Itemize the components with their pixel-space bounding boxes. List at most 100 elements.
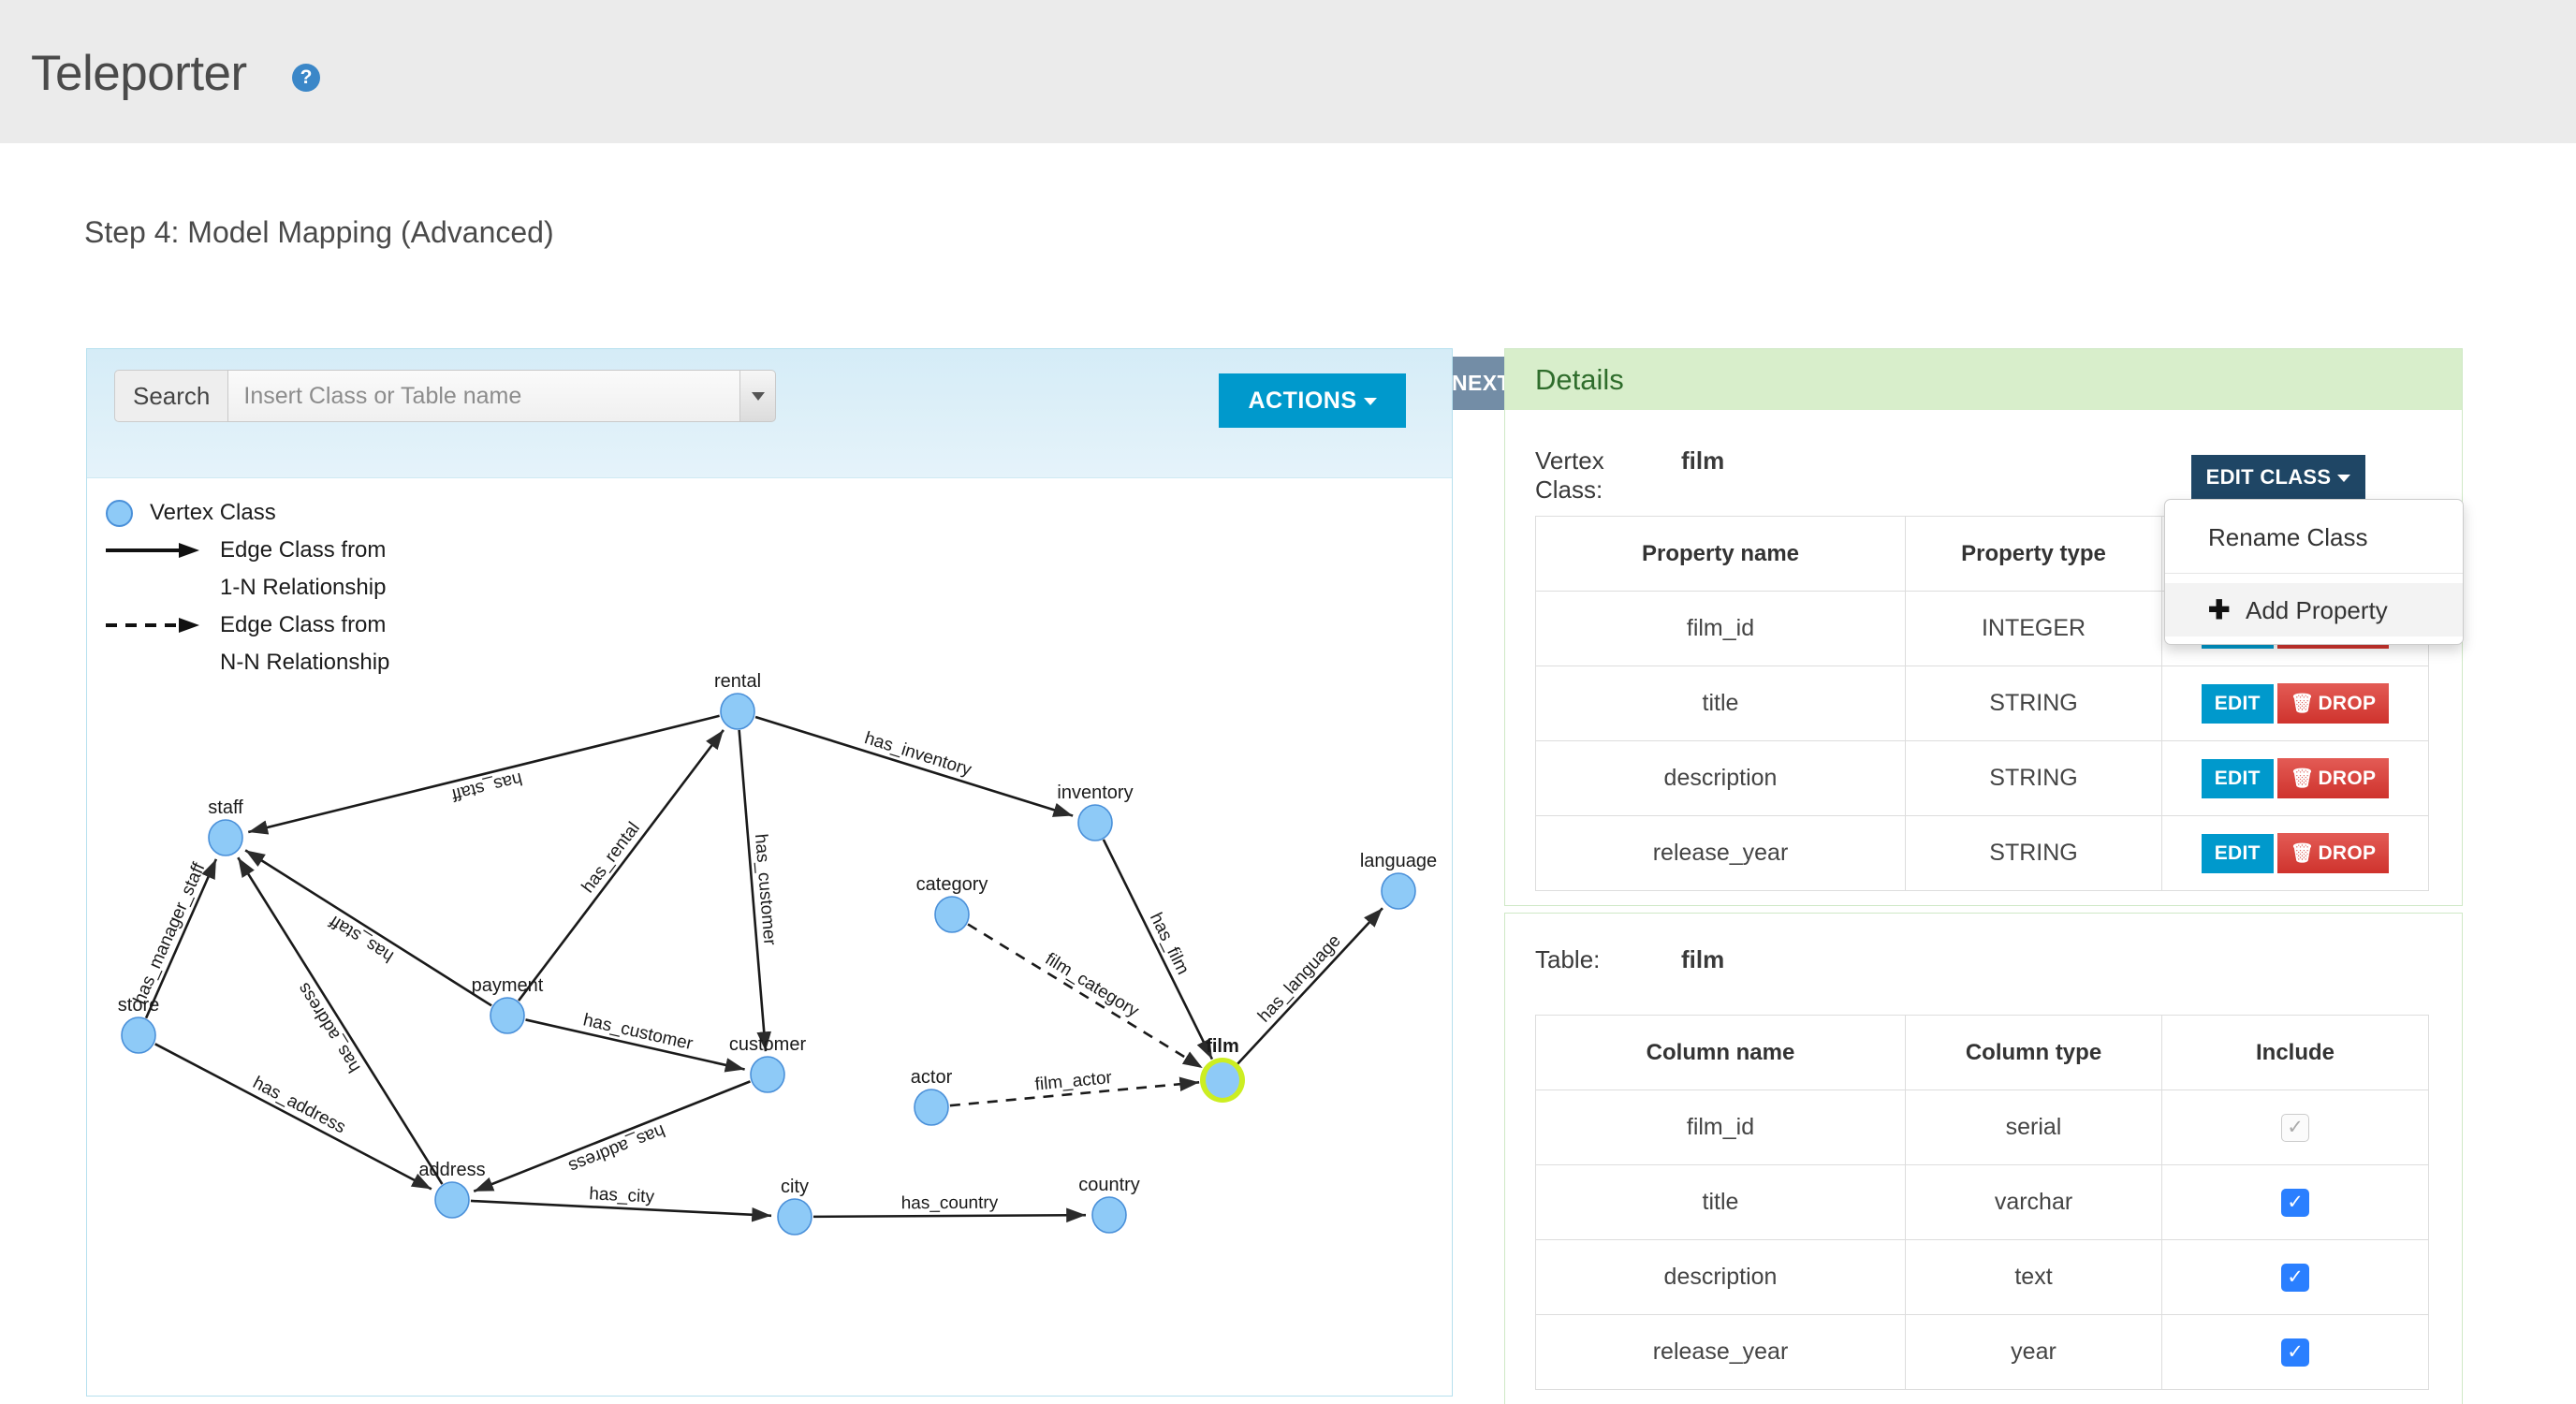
graph-node-category[interactable]: category <box>916 874 988 932</box>
search-group: Search <box>114 370 776 422</box>
graph-edge-label: has_address <box>250 1073 349 1137</box>
graph-node-label: film <box>1206 1036 1239 1057</box>
property-type-cell: STRING <box>1906 666 2162 741</box>
include-checkbox[interactable] <box>2281 1338 2309 1367</box>
actions-button[interactable]: ACTIONS <box>1219 373 1406 428</box>
property-name-cell: film_id <box>1536 592 1906 666</box>
table-row: descriptionSTRINGEDIT🗑DROP <box>1536 741 2429 816</box>
graph-edge <box>1104 840 1212 1060</box>
graph-edge-label: has_city <box>589 1184 655 1207</box>
table-row-subject: Table: film <box>1535 945 1724 974</box>
graph-legend: Vertex Class Edge Class from 1-N Relatio… <box>106 494 389 681</box>
column-name-cell: title <box>1536 1165 1906 1240</box>
column-type-cell: year <box>1906 1315 2162 1390</box>
solid-arrow-icon <box>106 539 203 562</box>
graph-node-label: country <box>1078 1175 1140 1195</box>
drop-property-button[interactable]: 🗑DROP <box>2277 758 2390 798</box>
graph-node-circle[interactable] <box>209 820 242 856</box>
graph-node-label: address <box>418 1160 485 1180</box>
edit-class-button-label: EDIT CLASS <box>2206 465 2332 489</box>
column-include-cell <box>2162 1315 2429 1390</box>
graph-edge-label: film_category <box>1042 949 1143 1021</box>
graph-node-city[interactable]: city <box>778 1177 812 1235</box>
legend-vertex-label: Vertex Class <box>150 500 276 526</box>
graph-node-film[interactable]: film <box>1200 1036 1245 1103</box>
table-row: titleSTRINGEDIT🗑DROP <box>1536 666 2429 741</box>
graph-node-circle[interactable] <box>721 694 754 729</box>
trash-icon: 🗑 <box>2291 694 2315 714</box>
app-header: Teleporter ? <box>0 0 2576 143</box>
graph-canvas[interactable]: Vertex Class Edge Class from 1-N Relatio… <box>87 479 1452 1397</box>
graph-node-label: actor <box>911 1067 953 1088</box>
graph-node-label: language <box>1360 851 1437 871</box>
graph-node-circle[interactable] <box>1382 873 1415 909</box>
edit-property-button[interactable]: EDIT <box>2202 834 2274 873</box>
graph-node-actor[interactable]: actor <box>911 1067 953 1125</box>
graph-edge-label: has_customer <box>581 1010 695 1054</box>
help-icon[interactable]: ? <box>292 64 320 92</box>
include-checkbox[interactable] <box>2281 1189 2309 1217</box>
graph-node-circle[interactable] <box>122 1017 155 1053</box>
graph-node-rental[interactable]: rental <box>714 671 761 729</box>
plus-icon: ✚ <box>2208 594 2232 625</box>
graph-node-circle[interactable] <box>778 1199 812 1235</box>
chevron-down-icon <box>1364 398 1377 405</box>
legend-edge-1n-sub: 1-N Relationship <box>220 569 389 607</box>
graph-node-customer[interactable]: customer <box>729 1034 807 1092</box>
page-title: Step 4: Model Mapping (Advanced) <box>84 215 554 250</box>
search-input[interactable] <box>227 370 740 422</box>
graph-node-circle[interactable] <box>1206 1062 1239 1098</box>
graph-node-circle[interactable] <box>490 998 524 1033</box>
chevron-down-icon <box>752 392 765 401</box>
dashed-arrow-icon <box>106 614 203 636</box>
graph-node-circle[interactable] <box>751 1057 784 1092</box>
column-table-col-include: Include <box>2162 1016 2429 1090</box>
edit-property-button[interactable]: EDIT <box>2202 759 2274 798</box>
graph-edge <box>155 1044 432 1189</box>
graph-node-circle[interactable] <box>435 1182 469 1218</box>
edit-property-button[interactable]: EDIT <box>2202 684 2274 724</box>
search-label: Search <box>114 370 227 422</box>
table-row: release_yearSTRINGEDIT🗑DROP <box>1536 816 2429 891</box>
drop-property-button[interactable]: 🗑DROP <box>2277 833 2390 873</box>
graph-node-label: customer <box>729 1034 807 1055</box>
drop-property-label: DROP <box>2318 768 2376 789</box>
column-include-cell <box>2162 1240 2429 1315</box>
graph-node-staff[interactable]: staff <box>208 797 243 856</box>
graph-node-payment[interactable]: payment <box>472 975 544 1033</box>
graph-edge <box>1236 908 1383 1066</box>
property-actions-cell: EDIT🗑DROP <box>2162 741 2429 816</box>
menu-item-add-property[interactable]: ✚Add Property <box>2165 583 2463 636</box>
graph-edge-label: has_country <box>901 1193 999 1214</box>
graph-node-inventory[interactable]: inventory <box>1057 782 1133 841</box>
drop-property-label: DROP <box>2318 842 2376 864</box>
graph-node-label: store <box>118 995 159 1016</box>
graph-node-label: rental <box>714 671 761 692</box>
column-include-cell <box>2162 1165 2429 1240</box>
include-checkbox[interactable] <box>2281 1264 2309 1292</box>
graph-node-label: city <box>781 1177 809 1197</box>
actions-button-label: ACTIONS <box>1249 388 1357 414</box>
graph-node-circle[interactable] <box>915 1090 948 1125</box>
graph-edge-label: has_address <box>294 979 364 1075</box>
graph-edge-label: has_film <box>1146 910 1193 978</box>
graph-node-country[interactable]: country <box>1078 1175 1140 1233</box>
menu-item-rename-class[interactable]: Rename Class <box>2165 512 2463 563</box>
table-value: film <box>1681 945 1724 974</box>
graph-node-circle[interactable] <box>1092 1197 1126 1233</box>
menu-divider <box>2165 573 2463 574</box>
legend-edge-nn-sub: N-N Relationship <box>220 644 389 681</box>
property-name-cell: release_year <box>1536 816 1906 891</box>
search-dropdown-toggle[interactable] <box>740 370 776 422</box>
drop-property-button[interactable]: 🗑DROP <box>2277 683 2390 724</box>
include-checkbox <box>2281 1114 2309 1142</box>
column-table-col-type: Column type <box>1906 1016 2162 1090</box>
graph-node-language[interactable]: language <box>1360 851 1437 909</box>
menu-item-rename-class-label: Rename Class <box>2208 523 2368 551</box>
graph-node-circle[interactable] <box>1078 805 1112 841</box>
graph-node-circle[interactable] <box>935 897 969 932</box>
table-row: titlevarchar <box>1536 1165 2429 1240</box>
table-panel: Table: film Column name Column type Incl… <box>1504 913 2463 1404</box>
edit-class-button[interactable]: EDIT CLASS <box>2191 455 2365 499</box>
graph-node-store[interactable]: store <box>118 995 159 1053</box>
